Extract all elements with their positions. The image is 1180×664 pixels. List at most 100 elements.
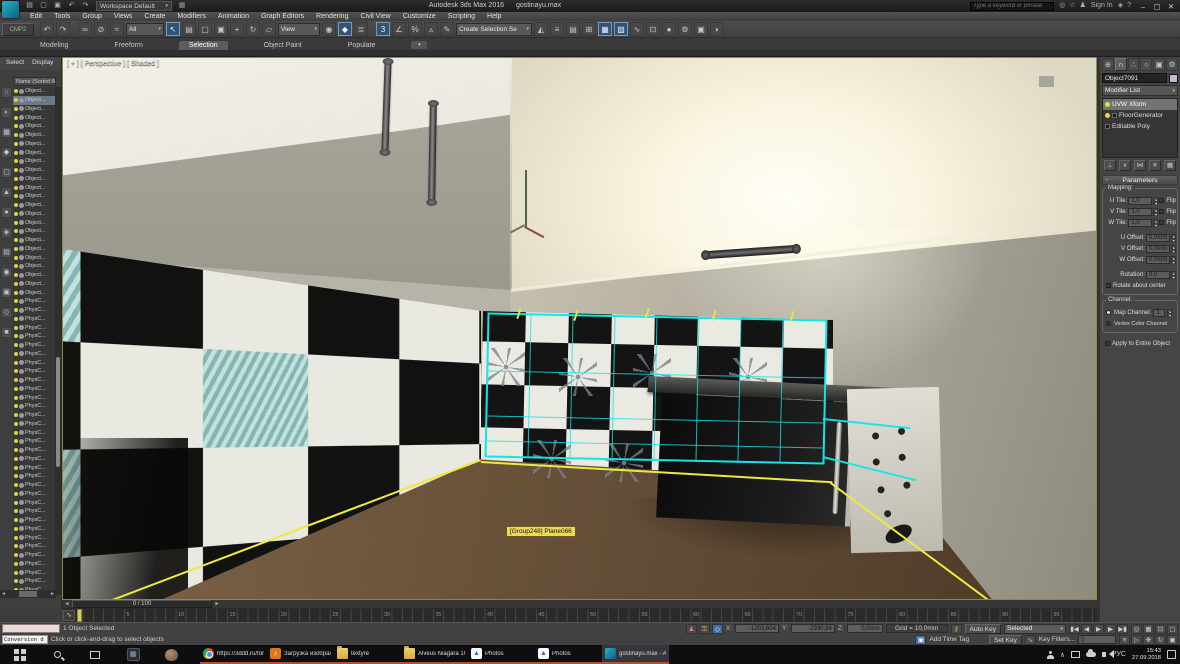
clock[interactable]: 15:43 27.09.2018 [1132, 648, 1161, 661]
explorer-display-materials-icon[interactable]: ◇ [1, 307, 12, 318]
list-item[interactable]: Object... [13, 166, 55, 175]
communication-center-icon[interactable]: ◈ [1118, 1, 1123, 11]
lightbulb-icon[interactable] [14, 466, 18, 470]
object-name-field[interactable]: Object7091 [1102, 73, 1167, 83]
lightbulb-icon[interactable] [14, 501, 18, 505]
list-item[interactable]: Object... [13, 280, 55, 289]
time-configuration-icon[interactable]: ≡ [1119, 635, 1130, 645]
perspective-viewport[interactable]: [ + ] [ Perspective ] [ Shaded ] [Group2… [62, 57, 1097, 600]
lightbulb-icon[interactable] [14, 151, 18, 155]
spinner-snap-icon[interactable]: ▵ [424, 22, 438, 36]
zoom-all-icon[interactable]: ▦ [1143, 624, 1154, 634]
rotate-about-center-checkbox[interactable] [1106, 283, 1111, 288]
z-coordinate-field[interactable]: 0,0mm [847, 624, 883, 633]
list-item[interactable]: Object... [13, 210, 55, 219]
lightbulb-icon[interactable] [14, 448, 18, 452]
network-icon[interactable] [1071, 651, 1080, 658]
lightbulb-icon[interactable] [14, 98, 18, 102]
frame-forward-icon[interactable]: ► [212, 601, 222, 607]
lightbulb-icon[interactable] [14, 571, 18, 575]
list-item[interactable]: PhysC... [13, 498, 55, 507]
keyboard-shortcut-override-icon[interactable]: ≣ [354, 22, 368, 36]
list-item[interactable]: PhysC... [13, 525, 55, 534]
modifier-list-dropdown[interactable]: Modifier List ▾ [1102, 85, 1178, 96]
ribbon-tab-populate[interactable]: Populate [338, 41, 386, 50]
list-item[interactable]: Object... [13, 183, 55, 192]
lightbulb-icon[interactable] [14, 308, 18, 312]
material-editor-icon[interactable]: ● [662, 22, 676, 36]
frame-back-icon[interactable]: ◄ [62, 601, 72, 607]
rectangular-selection-region-icon[interactable]: ▢ [198, 22, 212, 36]
render-setup-icon[interactable]: ⚙ [678, 22, 692, 36]
open-file-icon[interactable]: ▢ [38, 1, 49, 11]
lightbulb-icon[interactable] [14, 553, 18, 557]
explorer-display-helpers-icon[interactable]: ▲ [1, 187, 12, 198]
3dsmax-logo[interactable] [2, 1, 19, 18]
lightbulb-icon[interactable] [14, 378, 18, 382]
menu-animation[interactable]: Animation [212, 12, 255, 21]
select-and-manipulate-icon[interactable]: ◆ [338, 22, 352, 36]
key-filters-button[interactable]: Key Filters... [1039, 636, 1075, 643]
auto-key-button[interactable]: Auto Key [965, 624, 1001, 634]
previous-frame-button[interactable]: ◀ [1081, 624, 1092, 634]
menu-graph-editors[interactable]: Graph Editors [255, 12, 310, 21]
scene-explorer-toggle-icon[interactable]: ▦ [598, 22, 612, 36]
selection-set-dropdown[interactable]: Selected ▾ [1004, 624, 1066, 634]
w-tile-field[interactable]: 1,0 [1128, 219, 1152, 227]
search-icon[interactable]: ◎ [1059, 1, 1065, 11]
lightbulb-icon[interactable] [14, 238, 18, 242]
isolate-selection-icon[interactable]: ♟ [686, 624, 697, 634]
apply-to-entire-object-checkbox[interactable] [1105, 341, 1110, 346]
spinner[interactable]: ▲ ▼ [1167, 309, 1172, 317]
task-folder-alveus[interactable]: Alveus Niagara 10 ... [401, 645, 468, 664]
layer-manager-icon[interactable]: ▤ [566, 22, 580, 36]
spin-down-icon[interactable]: ▼ [1171, 260, 1176, 264]
lightbulb-icon[interactable] [14, 562, 18, 566]
explorer-display-frozen-icon[interactable]: ■ [1, 327, 12, 338]
make-unique-button[interactable]: ⋈ [1134, 160, 1146, 171]
task-photos-2[interactable]: ▲ Photos [535, 645, 602, 664]
list-item[interactable]: Object... [13, 105, 55, 114]
lightbulb-icon[interactable] [14, 457, 18, 461]
spinner[interactable]: ▲ ▼ [1153, 208, 1158, 216]
list-item[interactable]: Object... [13, 122, 55, 131]
lightbulb-icon[interactable] [14, 186, 18, 190]
list-item[interactable]: Object... [13, 157, 55, 166]
list-item[interactable]: Object... [13, 87, 55, 96]
menu-edit[interactable]: Edit [24, 12, 48, 21]
lightbulb-icon[interactable] [14, 168, 18, 172]
explorer-display-cameras-icon[interactable]: ▢ [1, 167, 12, 178]
lightbulb-icon[interactable] [14, 439, 18, 443]
list-item[interactable]: PhysC... [13, 402, 55, 411]
transform-gizmo-icon[interactable]: ◇ [712, 624, 723, 634]
map-channel-radio[interactable] [1106, 310, 1111, 315]
named-sets-dropdown[interactable]: Create Selection Se ▾ [456, 23, 532, 36]
object-color-swatch[interactable] [1169, 74, 1178, 83]
lightbulb-icon[interactable] [14, 387, 18, 391]
maximize-button[interactable]: ▢ [1150, 2, 1164, 11]
lightbulb-icon[interactable] [14, 536, 18, 540]
task-folder-textyre[interactable]: textyre [334, 645, 401, 664]
show-end-result-button[interactable]: ∨ [1119, 160, 1131, 171]
scroll-right-icon[interactable]: ► [50, 591, 55, 597]
remove-modifier-button[interactable]: ✕ [1149, 160, 1161, 171]
lightbulb-icon[interactable] [14, 579, 18, 583]
menu-create[interactable]: Create [138, 12, 171, 21]
list-item[interactable]: PhysC... [13, 341, 55, 350]
lightbulb-icon[interactable] [1105, 113, 1110, 118]
list-item[interactable]: PhysC... [13, 516, 55, 525]
flip-checkbox[interactable] [1159, 209, 1164, 214]
vertex-color-channel-radio[interactable] [1106, 321, 1111, 326]
list-item[interactable]: Object... [13, 218, 55, 227]
list-item[interactable]: PhysC... [13, 350, 55, 359]
list-item[interactable]: PhysC... [13, 507, 55, 516]
help-search-input[interactable] [970, 2, 1054, 11]
time-tag-icon[interactable]: ▣ [915, 635, 926, 645]
w-offset-field[interactable]: 0,0mm [1146, 256, 1170, 264]
lightbulb-icon[interactable] [14, 413, 18, 417]
macro-recorder-box[interactable] [2, 624, 60, 633]
list-item[interactable]: PhysC... [13, 463, 55, 472]
time-slider-handle[interactable]: 0 / 100 [72, 600, 212, 608]
flip-checkbox[interactable] [1159, 198, 1164, 203]
current-frame-marker[interactable] [77, 609, 82, 622]
